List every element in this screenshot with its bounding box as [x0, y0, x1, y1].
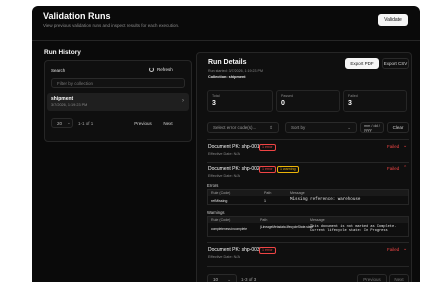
- chevron-down-icon: ⌄: [67, 120, 71, 125]
- table-cell: (LineageMetadata.lifecycleState.state: [260, 225, 314, 229]
- page-size-select[interactable]: 20 ⌄: [51, 118, 73, 128]
- stat-failed-value: 3: [348, 100, 352, 107]
- table-cell: refMissing: [211, 199, 228, 203]
- status-failed: Failed: [387, 166, 400, 171]
- chevron-down-icon: ⌄: [347, 124, 351, 130]
- table-header: [208, 190, 408, 196]
- run-history-panel: Search Refresh Filter by collection ship…: [44, 60, 192, 142]
- doc-divider: [207, 162, 409, 163]
- page-title: Validation Runs: [43, 11, 111, 21]
- refresh-icon: [149, 67, 154, 72]
- pager-range: 1-3 of 3: [241, 277, 257, 282]
- document-title: Document PK: shp-001: [208, 144, 260, 150]
- previous-button[interactable]: Previous: [357, 274, 387, 282]
- run-started: Run started: 3/7/2026, 1:19:23 PM: [208, 69, 263, 73]
- table-cell: Missing reference: warehouse: [290, 198, 361, 202]
- chevron-down-icon[interactable]: ⌄: [403, 143, 407, 149]
- run-details-title: Run Details: [208, 59, 247, 66]
- date-placeholder: mm / dd / yyyy: [364, 123, 380, 132]
- run-list-item[interactable]: shipment 3/7/2026, 1:19:23 PM ›: [47, 93, 189, 111]
- chevron-updown-icon: ⇕: [269, 124, 273, 130]
- sort-select[interactable]: Sort by ⌄: [285, 122, 357, 133]
- document-title: Document PK: shp-003: [208, 247, 260, 253]
- col-message: Message: [290, 191, 305, 195]
- error-code-select[interactable]: Select error code(s)... ⇕: [207, 122, 279, 133]
- error-badge: 1 error: [259, 247, 276, 254]
- document-date: Effective Date: N/A: [208, 174, 241, 178]
- export-csv-button[interactable]: Export CSV: [382, 58, 409, 69]
- pager-range: 1-1 of 1: [78, 121, 94, 126]
- col-path: Path: [260, 218, 268, 222]
- run-history-title: Run History: [44, 49, 81, 56]
- filter-input[interactable]: Filter by collection: [51, 78, 185, 88]
- page-size-select[interactable]: 10 ⌄: [207, 274, 237, 282]
- status-failed: Failed: [387, 247, 400, 252]
- errors-table: Rule (Code) Path Message refMissing 1 Mi…: [207, 189, 409, 205]
- table-cell: completeness:incomplete: [211, 227, 247, 231]
- chevron-up-icon[interactable]: ⌃: [403, 165, 407, 171]
- doc-divider: [207, 266, 409, 267]
- date-input[interactable]: mm / dd / yyyy: [360, 122, 384, 133]
- table-header: [208, 217, 408, 223]
- document-date: Effective Date: N/A: [208, 255, 241, 259]
- document-date: Effective Date: N/A: [208, 152, 241, 156]
- refresh-button[interactable]: Refresh: [149, 67, 173, 72]
- search-label: Search: [51, 68, 66, 73]
- next-button[interactable]: Next: [159, 118, 177, 128]
- document-title: Document PK: shp-002: [208, 166, 260, 172]
- page-subtitle: View previous validation runs and inspec…: [43, 23, 180, 28]
- stat-passed: Passed 0: [276, 90, 340, 112]
- warnings-label: Warnings: [207, 210, 225, 215]
- page-size-value: 20: [57, 120, 63, 126]
- error-badge: 1 error: [259, 144, 276, 151]
- previous-button[interactable]: Previous: [129, 118, 157, 128]
- app-window: Validation Runs View previous validation…: [32, 6, 420, 282]
- filters-divider: [207, 139, 409, 140]
- col-message: Message: [310, 218, 325, 222]
- error-code-placeholder: Select error code(s)...: [213, 125, 257, 130]
- page-header: Validation Runs View previous validation…: [32, 6, 420, 39]
- document-item[interactable]: Document PK: shp-001 1 error Effective D…: [207, 142, 409, 160]
- run-item-time: 3/7/2026, 1:19:23 PM: [51, 103, 88, 107]
- stat-failed-label: Failed: [348, 94, 358, 98]
- warnings-table: Rule (Code) Path Message completeness:in…: [207, 216, 409, 237]
- refresh-label: Refresh: [157, 67, 173, 72]
- page-size-value: 10: [213, 277, 219, 282]
- col-rule: Rule (Code): [211, 191, 231, 195]
- validate-button[interactable]: Validate: [378, 14, 408, 26]
- stat-total: Total 3: [207, 90, 273, 112]
- error-badge: 1 error: [259, 166, 276, 173]
- status-failed: Failed: [387, 144, 400, 149]
- run-details-panel: Run Details Run started: 3/7/2026, 1:19:…: [196, 52, 412, 282]
- col-path: Path: [264, 191, 272, 195]
- table-cell: 1: [264, 199, 266, 203]
- chevron-down-icon: ⌄: [227, 276, 231, 282]
- col-rule: Rule (Code): [211, 218, 231, 222]
- doc-divider: [207, 242, 409, 243]
- warning-badge: 1 warning: [277, 166, 299, 173]
- stat-failed: Failed 3: [343, 90, 407, 112]
- stat-total-label: Total: [212, 94, 220, 98]
- run-collection: Collection: shipment: [208, 75, 246, 79]
- stat-total-value: 3: [212, 100, 216, 107]
- run-item-name: shipment: [51, 96, 74, 102]
- clear-button[interactable]: Clear: [387, 122, 409, 133]
- sort-placeholder: Sort by: [291, 125, 306, 130]
- next-button[interactable]: Next: [389, 274, 409, 282]
- export-pdf-button[interactable]: Export PDF: [345, 58, 379, 69]
- document-item-expanded[interactable]: Document PK: shp-002 1 error 1 warning E…: [207, 164, 409, 182]
- header-divider: [32, 40, 420, 41]
- table-cell: This document is not marked as Complete.…: [310, 225, 397, 234]
- chevron-right-icon: ›: [182, 98, 184, 104]
- errors-label: Errors: [207, 183, 219, 188]
- chevron-down-icon[interactable]: ⌄: [403, 246, 407, 252]
- stat-passed-value: 0: [281, 100, 285, 107]
- stat-passed-label: Passed: [281, 94, 293, 98]
- document-item[interactable]: Document PK: shp-003 1 error Effective D…: [207, 245, 409, 263]
